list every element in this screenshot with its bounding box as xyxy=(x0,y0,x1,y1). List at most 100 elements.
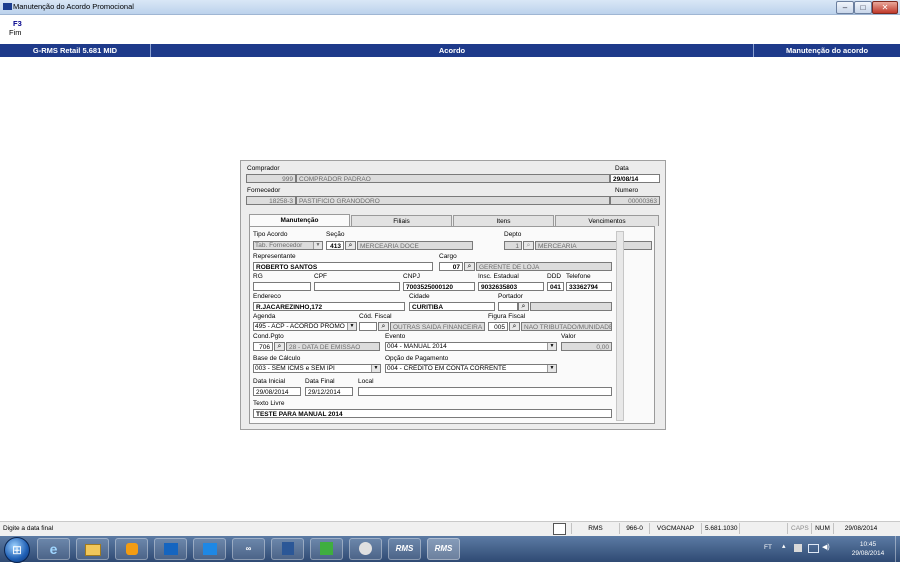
status-user-code: 966-0 xyxy=(619,523,649,534)
portador-code[interactable] xyxy=(498,302,518,311)
function-menu: F3 Fim xyxy=(0,15,900,43)
header-right: Manutenção do acordo xyxy=(785,46,869,55)
chevron-down-icon: ▼ xyxy=(347,323,356,330)
local-label: Local xyxy=(358,378,374,385)
ddd-input[interactable]: 041 xyxy=(547,282,564,291)
representante-label: Representante xyxy=(253,253,296,260)
binoculars-icon[interactable]: ⌕ xyxy=(345,241,356,250)
cod-fiscal-label: Cód. Fiscal xyxy=(359,313,392,320)
maximize-button[interactable]: □ xyxy=(854,1,872,14)
cnpj-input[interactable]: 7003525000120 xyxy=(403,282,475,291)
tipo-acordo-value: Tab. Fornecedor xyxy=(255,242,303,249)
texto-livre-label: Texto Livre xyxy=(253,400,285,407)
header-app-name: G-RMS Retail 5.681 MID xyxy=(0,44,151,57)
agenda-select[interactable]: 495 - ACP - ACORDO PROMO ▼ xyxy=(253,322,357,331)
start-button[interactable]: ⊞ xyxy=(4,537,30,563)
agenda-label: Agenda xyxy=(253,313,276,320)
comprador-label: Comprador xyxy=(247,165,280,172)
status-date: 29/08/2014 xyxy=(833,523,888,534)
folder-icon[interactable] xyxy=(76,538,109,560)
base-calculo-select[interactable]: 003 - SEM ICMS e SEM IPI ▼ xyxy=(253,364,381,373)
acordo-form: Comprador 999 COMPRADOR PADRAO Data 29/0… xyxy=(240,160,666,430)
numero-value: 00000363 xyxy=(610,196,660,205)
header-center: Acordo xyxy=(151,44,754,57)
cidade-label: Cidade xyxy=(409,293,430,300)
cpf-input[interactable] xyxy=(314,282,400,291)
chevron-down-icon: ▼ xyxy=(547,365,556,372)
figura-fiscal-code[interactable]: 005 xyxy=(488,322,508,331)
fornecedor-label: Fornecedor xyxy=(247,187,281,194)
manutencao-panel: Tipo Acordo Tab. Fornecedor ▼ Seção 413 … xyxy=(249,226,655,424)
minimize-button[interactable]: – xyxy=(836,1,854,14)
binoculars-icon[interactable]: ⌕ xyxy=(518,302,529,311)
secao-label: Seção xyxy=(326,231,345,238)
binoculars-icon[interactable]: ⌕ xyxy=(274,342,285,351)
comprador-code: 999 xyxy=(246,174,296,183)
binoculars-icon[interactable]: ⌕ xyxy=(509,322,520,331)
tray-chevron-up-icon[interactable]: ▴ xyxy=(782,542,786,550)
close-button[interactable]: ✕ xyxy=(872,1,898,14)
cargo-label: Cargo xyxy=(439,253,457,260)
data-input[interactable]: 29/08/14 xyxy=(610,174,660,183)
cidade-input[interactable]: CURITIBA xyxy=(409,302,495,311)
endereco-label: Endereco xyxy=(253,293,281,300)
rg-input[interactable] xyxy=(253,282,311,291)
telefone-input[interactable]: 33362794 xyxy=(566,282,612,291)
tab-itens[interactable]: Itens xyxy=(453,215,554,226)
cond-pgto-code[interactable]: 706 xyxy=(253,342,273,351)
endereco-input[interactable]: R.JACAREZINHO,172 xyxy=(253,302,405,311)
representante-input[interactable]: ROBERTO SANTOS xyxy=(253,262,433,271)
language-indicator[interactable]: FT xyxy=(764,544,772,551)
menu-fim[interactable]: F3 Fim xyxy=(9,19,22,37)
infinity-app-icon[interactable]: ∞ xyxy=(232,538,265,560)
remote-icon[interactable] xyxy=(349,538,382,560)
outlook-icon[interactable] xyxy=(154,538,187,560)
numero-label: Numero xyxy=(615,187,639,194)
menu-fim-key: F3 xyxy=(13,19,22,28)
texto-livre-input[interactable]: TESTE PARA MANUAL 2014 xyxy=(253,409,612,418)
show-desktop-button[interactable] xyxy=(895,536,900,562)
agenda-value: 495 - ACP - ACORDO PROMO xyxy=(255,323,345,330)
opcao-pagamento-label: Opção de Pagamento xyxy=(385,355,449,362)
word-icon[interactable] xyxy=(271,538,304,560)
local-input[interactable] xyxy=(358,387,612,396)
status-caps: CAPS xyxy=(787,523,811,534)
ie-icon[interactable]: e xyxy=(37,538,70,560)
media-player-icon[interactable] xyxy=(115,538,148,560)
tab-manutencao[interactable]: Manutenção xyxy=(249,214,350,226)
cargo-code[interactable]: 07 xyxy=(439,262,463,271)
flag-icon[interactable] xyxy=(794,544,802,552)
secao-code[interactable]: 413 xyxy=(326,241,344,250)
insc-input[interactable]: 9032635803 xyxy=(478,282,544,291)
document-icon xyxy=(553,523,566,535)
taskbar: ⊞ e ∞ RMS RMS FT ▴ ◀) 10:45 29/08/2014 xyxy=(0,536,900,563)
status-system: RMS xyxy=(571,523,619,534)
volume-icon[interactable]: ◀) xyxy=(822,543,830,551)
tipo-acordo-label: Tipo Acordo xyxy=(253,231,288,238)
ddd-label: DDD xyxy=(547,273,562,280)
evento-select[interactable]: 004 - MANUAL 2014 ▼ xyxy=(385,342,557,351)
clock[interactable]: 10:45 29/08/2014 xyxy=(842,540,894,558)
cod-fiscal-name: OUTRAS SAIDA FINANCEIRA xyxy=(390,322,485,331)
menu-fim-label: Fim xyxy=(9,28,22,37)
lync-icon[interactable] xyxy=(193,538,226,560)
data-final-input[interactable]: 29/12/2014 xyxy=(305,387,353,396)
taskbar-rms-1[interactable]: RMS xyxy=(388,538,421,560)
tab-vencimentos[interactable]: Vencimentos xyxy=(555,215,659,226)
tipo-acordo-select[interactable]: Tab. Fornecedor ▼ xyxy=(253,241,323,250)
tab-filiais[interactable]: Filiais xyxy=(351,215,452,226)
cargo-name: GERENTE DE LOJA xyxy=(476,262,612,271)
binoculars-icon[interactable]: ⌕ xyxy=(378,322,389,331)
portador-label: Portador xyxy=(498,293,523,300)
network-icon[interactable] xyxy=(808,544,819,553)
data-inicial-input[interactable]: 29/08/2014 xyxy=(253,387,301,396)
cod-fiscal-code[interactable] xyxy=(359,322,377,331)
evento-label: Evento xyxy=(385,333,406,340)
chevron-down-icon: ▼ xyxy=(371,365,380,372)
opcao-pagamento-select[interactable]: 004 - CRÉDITO EM CONTA CORRENTE ▼ xyxy=(385,364,557,373)
window-title: Manutenção do Acordo Promocional xyxy=(13,2,134,11)
panel-scrollbar[interactable] xyxy=(616,231,624,421)
taskbar-rms-2[interactable]: RMS xyxy=(427,538,460,560)
binoculars-icon[interactable]: ⌕ xyxy=(464,262,475,271)
app-plus-icon[interactable] xyxy=(310,538,343,560)
